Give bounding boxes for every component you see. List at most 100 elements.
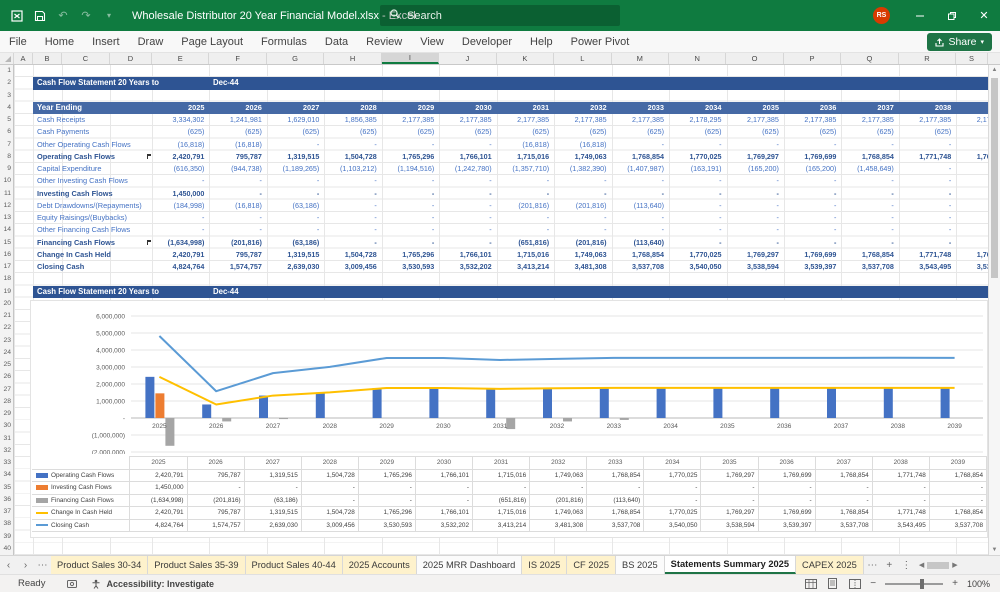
cell[interactable]: - xyxy=(899,163,956,175)
ribbon-tab-page-layout[interactable]: Page Layout xyxy=(172,31,252,53)
restore-button[interactable] xyxy=(936,0,968,31)
cell[interactable]: - xyxy=(727,139,784,151)
vertical-scrollbar-thumb[interactable] xyxy=(991,78,998,278)
cell[interactable]: (16,818) xyxy=(554,139,611,151)
cell[interactable]: 3,537,708 xyxy=(612,261,669,273)
scroll-down-icon[interactable]: ▼ xyxy=(989,547,1000,553)
cell[interactable]: (63,186) xyxy=(267,237,324,249)
cell[interactable]: 2,177,385 xyxy=(439,114,496,126)
cell[interactable]: (1,194,516) xyxy=(382,163,439,175)
cell[interactable]: - xyxy=(727,188,784,200)
cell[interactable]: - xyxy=(841,200,898,212)
macro-record-icon[interactable] xyxy=(67,579,77,589)
row-header-7[interactable]: 7 xyxy=(7,139,11,151)
column-header-O[interactable]: O xyxy=(726,53,783,64)
cell[interactable]: - xyxy=(784,237,841,249)
cell[interactable]: (625) xyxy=(612,126,669,138)
cell[interactable]: 2,177,385 xyxy=(956,114,988,126)
cell[interactable]: - xyxy=(152,175,209,187)
row-header-20[interactable]: 20 xyxy=(3,298,11,310)
more-tabs-icon[interactable]: ⋯ xyxy=(864,556,881,574)
cell[interactable]: - xyxy=(669,188,726,200)
column-header-N[interactable]: N xyxy=(669,53,726,64)
cell[interactable]: - xyxy=(727,237,784,249)
cell[interactable]: (625) xyxy=(497,126,554,138)
ribbon-tab-data[interactable]: Data xyxy=(316,31,357,53)
cell[interactable]: - xyxy=(439,224,496,236)
cell[interactable]: 1,765,296 xyxy=(382,249,439,261)
cell[interactable]: (1,189,265) xyxy=(267,163,324,175)
cell[interactable]: 2,177,385 xyxy=(784,114,841,126)
cell[interactable]: - xyxy=(899,237,956,249)
cell[interactable]: - xyxy=(382,188,439,200)
row-header-10[interactable]: 10 xyxy=(3,175,11,187)
cell[interactable]: - xyxy=(784,139,841,151)
cell[interactable]: (625) xyxy=(784,126,841,138)
cell[interactable]: - xyxy=(324,224,381,236)
cell[interactable]: - xyxy=(382,212,439,224)
qat-customize-icon[interactable]: ▾ xyxy=(102,9,116,23)
cell[interactable]: - xyxy=(669,237,726,249)
sheet-tab-product-sales-30-34[interactable]: Product Sales 30-34 xyxy=(51,556,148,574)
cell[interactable]: - xyxy=(209,188,266,200)
cell[interactable]: 1,771,748 xyxy=(899,249,956,261)
cell[interactable]: - xyxy=(382,175,439,187)
cell[interactable]: - xyxy=(554,188,611,200)
cell[interactable]: 2,420,791 xyxy=(152,249,209,261)
cell[interactable]: - xyxy=(439,237,496,249)
row-header-32[interactable]: 32 xyxy=(3,445,11,457)
ribbon-tab-draw[interactable]: Draw xyxy=(129,31,173,53)
cell[interactable]: 1,765,296 xyxy=(382,151,439,163)
cell[interactable]: - xyxy=(324,139,381,151)
year-header-cell[interactable]: 2039 xyxy=(956,102,988,114)
cell[interactable]: - xyxy=(956,175,988,187)
cell[interactable]: 1,769,297 xyxy=(727,249,784,261)
year-header-cell[interactable]: 2037 xyxy=(841,102,898,114)
row-header-36[interactable]: 36 xyxy=(3,494,11,506)
cell[interactable]: - xyxy=(956,237,988,249)
row-label[interactable]: Cash Receipts xyxy=(37,114,85,126)
cell[interactable]: - xyxy=(612,139,669,151)
cell[interactable]: 2,177,385 xyxy=(899,114,956,126)
cell[interactable]: (1,103,212) xyxy=(324,163,381,175)
cell[interactable]: - xyxy=(497,224,554,236)
cell[interactable]: - xyxy=(382,237,439,249)
row-header-5[interactable]: 5 xyxy=(7,114,11,126)
cell[interactable]: - xyxy=(841,212,898,224)
vertical-scrollbar[interactable]: ▲ ▼ xyxy=(988,65,1000,555)
column-header-C[interactable]: C xyxy=(62,53,110,64)
zoom-slider[interactable] xyxy=(885,583,943,585)
column-header-L[interactable]: L xyxy=(554,53,611,64)
cell[interactable]: - xyxy=(324,175,381,187)
cell[interactable]: - xyxy=(899,175,956,187)
cell[interactable]: - xyxy=(324,212,381,224)
statement-banner[interactable]: Cash Flow Statement 20 Years to Dec-44 xyxy=(33,77,988,89)
zoom-out-icon[interactable]: − xyxy=(870,578,876,589)
cell[interactable]: - xyxy=(267,212,324,224)
year-header-cell[interactable]: 2025 xyxy=(152,102,209,114)
column-header-S[interactable]: S xyxy=(956,53,988,64)
cell[interactable]: - xyxy=(669,175,726,187)
year-header-row[interactable]: Year Ending 2025202620272028202920302031… xyxy=(33,102,988,114)
row-label[interactable]: Debt Drawdowns/(Repayments) xyxy=(37,200,142,212)
legend-item[interactable]: Financing Cash Flows xyxy=(32,494,130,507)
cell[interactable]: (625) xyxy=(382,126,439,138)
cell[interactable]: (201,816) xyxy=(209,237,266,249)
row-header-1[interactable]: 1 xyxy=(7,65,11,77)
row-header-16[interactable]: 16 xyxy=(3,249,11,261)
row-header-35[interactable]: 35 xyxy=(3,482,11,494)
cell[interactable]: 1,319,515 xyxy=(267,249,324,261)
sheet-tab-product-sales-40-44[interactable]: Product Sales 40-44 xyxy=(246,556,343,574)
cell[interactable]: (16,818) xyxy=(209,139,266,151)
year-header-cell[interactable]: 2029 xyxy=(382,102,439,114)
hscroll-right-icon[interactable]: ▶ xyxy=(952,561,957,569)
cell[interactable]: - xyxy=(784,224,841,236)
cell[interactable]: 2,177,385 xyxy=(497,114,554,126)
cell[interactable]: 2,177,385 xyxy=(554,114,611,126)
cell[interactable]: - xyxy=(899,200,956,212)
cell[interactable]: - xyxy=(324,188,381,200)
scroll-up-icon[interactable]: ▲ xyxy=(989,67,1000,73)
row-header-39[interactable]: 39 xyxy=(3,531,11,543)
year-header-cell[interactable]: 2032 xyxy=(554,102,611,114)
cell[interactable]: (1,382,390) xyxy=(554,163,611,175)
